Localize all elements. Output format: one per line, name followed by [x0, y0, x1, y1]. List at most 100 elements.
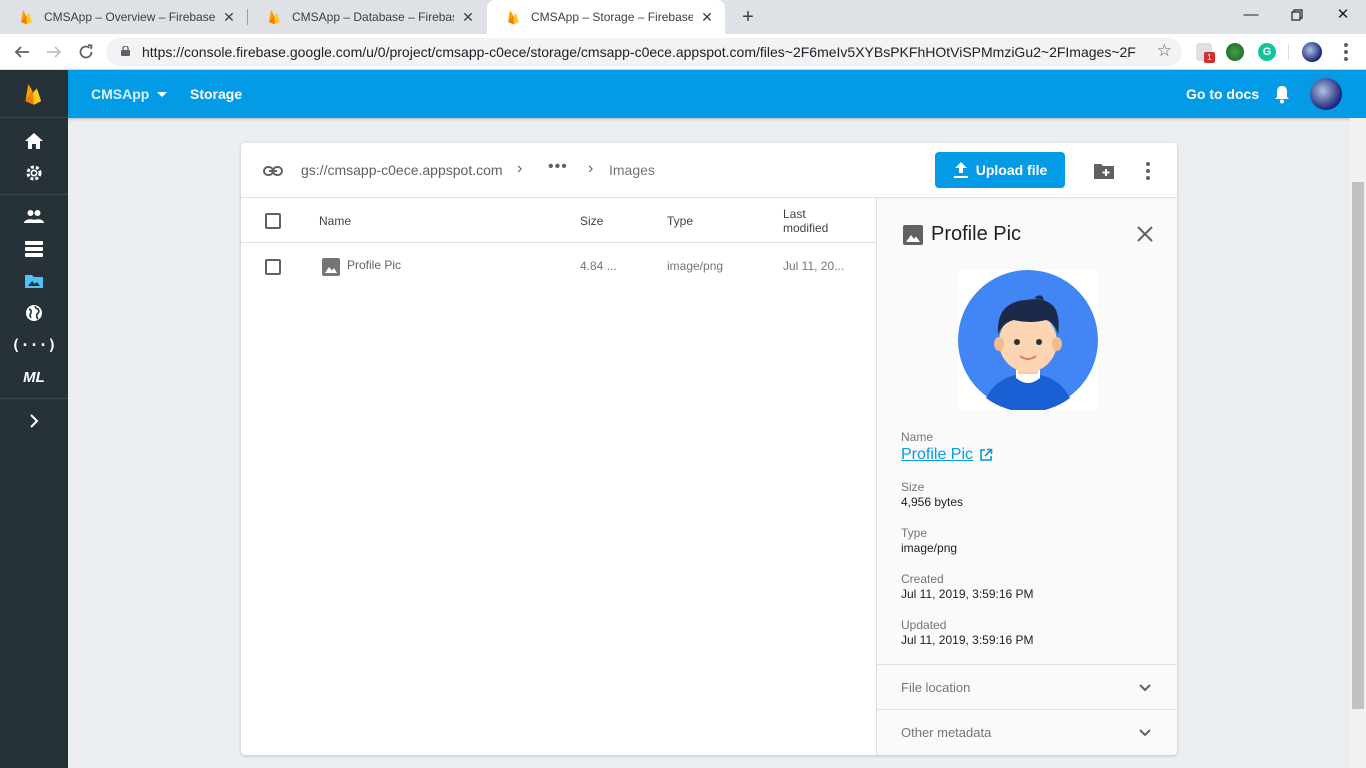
- browser-tab-database[interactable]: CMSApp – Database – Firebase c ✕: [248, 0, 486, 34]
- tab-title: CMSApp – Database – Firebase c: [292, 10, 454, 24]
- column-size[interactable]: Size: [580, 214, 603, 228]
- file-location-expander[interactable]: File location: [877, 664, 1177, 709]
- authentication-users-icon[interactable]: [22, 204, 46, 228]
- file-detail-panel: Profile Pic Name Profile Pic Size 4,956 …: [876, 198, 1177, 755]
- created-value: Jul 11, 2019, 3:59:16 PM: [901, 587, 1034, 601]
- file-name-link[interactable]: Profile Pic: [901, 446, 973, 464]
- storage-icon[interactable]: [22, 269, 46, 293]
- close-tab-icon[interactable]: ✕: [221, 9, 237, 26]
- profile-avatar-icon[interactable]: [1302, 42, 1322, 62]
- firebase-favicon-icon: [508, 10, 519, 25]
- url-text: https://console.firebase.google.com/u/0/…: [142, 44, 1136, 60]
- table-row[interactable]: Profile Pic 4.84 ... image/png Jul 11, 2…: [241, 243, 876, 290]
- updated-value: Jul 11, 2019, 3:59:16 PM: [901, 633, 1034, 647]
- updated-label: Updated: [901, 618, 947, 632]
- detail-title: Profile Pic: [931, 223, 1022, 245]
- extension-badge: 1: [1204, 52, 1215, 63]
- column-name[interactable]: Name: [319, 214, 351, 228]
- firebase-logo[interactable]: [0, 70, 68, 118]
- forward-button[interactable]: [40, 38, 68, 66]
- firebase-logo-icon: [25, 83, 42, 105]
- sidebar-divider: [0, 194, 68, 195]
- type-label: Type: [901, 526, 928, 540]
- files-table: Name Size Type Last modified Profile Pic…: [241, 198, 876, 755]
- tab-title: CMSApp – Storage – Firebase co: [531, 10, 693, 24]
- chevron-down-icon: [1139, 684, 1151, 692]
- project-dropdown-caret-icon[interactable]: [157, 92, 167, 97]
- created-label: Created: [901, 572, 944, 586]
- browser-tab-overview[interactable]: CMSApp – Overview – Firebase c ✕: [0, 0, 247, 34]
- upload-file-button[interactable]: Upload file: [935, 152, 1065, 188]
- back-button[interactable]: [8, 38, 36, 66]
- close-tab-icon[interactable]: ✕: [699, 9, 715, 26]
- size-label: Size: [901, 480, 925, 494]
- browser-tab-storage[interactable]: CMSApp – Storage – Firebase co ✕: [487, 0, 725, 34]
- toolbar-divider: [1288, 44, 1289, 60]
- browser-tabstrip: CMSApp – Overview – Firebase c ✕ CMSApp …: [0, 0, 1366, 34]
- storage-breadcrumb-bar: gs://cmsapp-c0ece.appspot.com › ••• › Im…: [241, 143, 1177, 198]
- home-icon[interactable]: [22, 129, 46, 153]
- link-icon[interactable]: [262, 160, 284, 182]
- go-to-docs-link[interactable]: Go to docs: [1186, 86, 1259, 102]
- size-value: 4,956 bytes: [901, 495, 964, 509]
- firebase-sidebar: (···) ML: [0, 70, 68, 768]
- other-metadata-label: Other metadata: [901, 725, 992, 740]
- restore-icon: [1291, 9, 1303, 21]
- browser-menu-button[interactable]: [1343, 42, 1349, 62]
- image-file-icon: [903, 225, 923, 245]
- column-last-modified-line1[interactable]: Last: [783, 207, 806, 221]
- breadcrumb-current-folder: Images: [609, 162, 655, 178]
- file-name[interactable]: Profile Pic: [347, 258, 401, 272]
- breadcrumb-overflow[interactable]: •••: [548, 158, 568, 176]
- lock-icon: [121, 46, 130, 56]
- close-icon[interactable]: [1135, 224, 1155, 244]
- more-options-icon[interactable]: [1138, 159, 1158, 183]
- page-title: Storage: [190, 86, 243, 102]
- close-window-button[interactable]: ✕: [1320, 0, 1366, 30]
- minimize-button[interactable]: —: [1228, 0, 1274, 30]
- chevron-down-icon: [1139, 729, 1151, 737]
- account-avatar[interactable]: [1310, 78, 1342, 110]
- settings-gear-icon[interactable]: [22, 161, 46, 185]
- column-last-modified-line2[interactable]: modified: [783, 221, 828, 235]
- scrollbar-thumb[interactable]: [1352, 182, 1364, 709]
- restore-button[interactable]: [1274, 0, 1320, 30]
- extension-globe-icon[interactable]: [1226, 43, 1244, 61]
- breadcrumb-chevron-icon: ›: [588, 160, 594, 177]
- extension-shield-icon[interactable]: 1: [1196, 43, 1215, 63]
- create-folder-icon[interactable]: [1092, 159, 1116, 183]
- image-preview[interactable]: [958, 270, 1098, 410]
- upload-file-label: Upload file: [975, 162, 1048, 178]
- bookmark-star-icon[interactable]: ☆: [1157, 41, 1172, 61]
- ml-kit-icon[interactable]: ML: [22, 365, 46, 389]
- firebase-favicon-icon: [269, 10, 280, 25]
- select-all-checkbox[interactable]: [265, 213, 281, 229]
- address-bar[interactable]: https://console.firebase.google.com/u/0/…: [106, 38, 1182, 66]
- upload-icon: [953, 162, 968, 178]
- grammarly-icon[interactable]: G: [1258, 43, 1276, 61]
- reload-button[interactable]: [72, 38, 100, 66]
- open-in-new-icon[interactable]: [979, 448, 993, 462]
- file-modified: Jul 11, 20...: [783, 259, 845, 273]
- close-tab-icon[interactable]: ✕: [460, 9, 476, 26]
- database-icon[interactable]: [22, 237, 46, 261]
- tab-title: CMSApp – Overview – Firebase c: [44, 10, 215, 24]
- column-type[interactable]: Type: [667, 214, 693, 228]
- bucket-path[interactable]: gs://cmsapp-c0ece.appspot.com: [301, 162, 503, 178]
- file-type: image/png: [667, 259, 724, 273]
- name-label: Name: [901, 430, 934, 444]
- new-tab-button[interactable]: +: [737, 5, 759, 29]
- expand-sidebar-chevron-icon[interactable]: [22, 409, 46, 433]
- notifications-bell-icon[interactable]: [1272, 84, 1292, 104]
- file-size: 4.84 ...: [580, 259, 617, 273]
- project-selector[interactable]: CMSApp: [91, 86, 149, 102]
- breadcrumb-chevron-icon: ›: [517, 160, 523, 177]
- hosting-globe-icon[interactable]: [22, 301, 46, 325]
- row-checkbox[interactable]: [265, 259, 281, 275]
- browser-toolbar: https://console.firebase.google.com/u/0/…: [0, 34, 1366, 70]
- back-arrow-icon: [14, 46, 29, 58]
- functions-icon[interactable]: (···): [11, 333, 56, 357]
- other-metadata-expander[interactable]: Other metadata: [877, 709, 1177, 754]
- file-download-link[interactable]: Profile Pic: [901, 446, 993, 464]
- image-file-icon: [322, 258, 340, 276]
